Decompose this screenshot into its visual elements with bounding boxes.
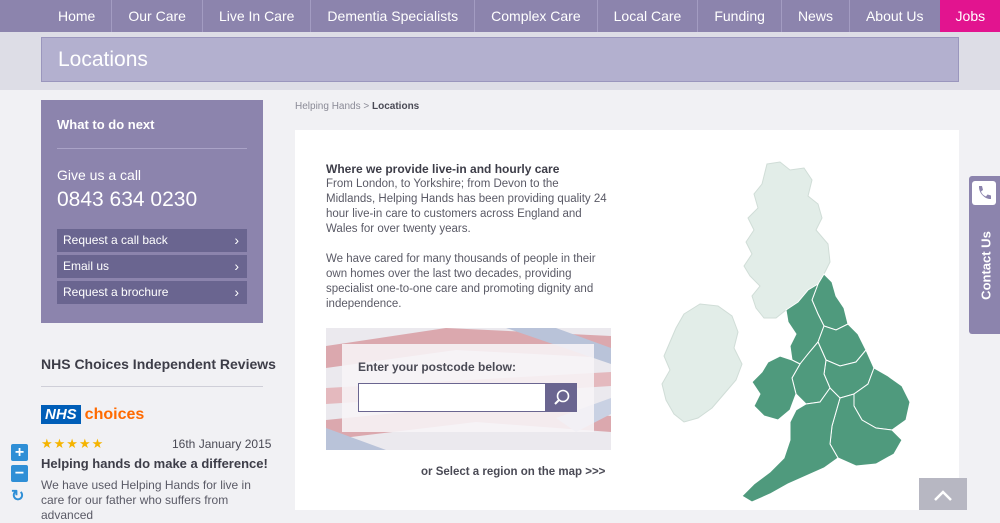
what-to-do-next-panel: What to do next Give us a call 0843 634 … [41,100,263,323]
page-title: Locations [58,48,148,71]
request-brochure-button[interactable]: Request a brochure › [57,281,247,304]
back-to-top-button[interactable] [919,478,967,510]
nav-menu: Home Our Care Live In Care Dementia Spec… [42,0,1000,32]
nav-item-funding[interactable]: Funding [697,0,781,32]
phone-icon [972,181,996,205]
nav-item-about-us[interactable]: About Us [848,0,940,32]
request-call-back-button[interactable]: Request a call back › [57,229,247,252]
select-region-link[interactable]: or Select a region on the map >>> [421,466,605,478]
search-button[interactable] [546,383,577,412]
intro-heading: Where we provide live-in and hourly care [326,162,560,176]
nav-item-our-care[interactable]: Our Care [111,0,202,32]
postcode-label: Enter your postcode below: [358,360,517,374]
map-region-wales[interactable] [751,355,801,421]
nhs-choices-logo[interactable]: NHS choices [41,405,144,424]
contact-us-label: Contact Us [978,231,994,300]
review-text: We have used Helping Hands for live in c… [41,478,251,522]
nav-item-local-care[interactable]: Local Care [596,0,698,32]
nav-item-dementia-specialists[interactable]: Dementia Specialists [310,0,474,32]
nav-item-live-in-care[interactable]: Live In Care [201,0,310,32]
divider [41,386,263,387]
reviews-heading: NHS Choices Independent Reviews [41,356,276,372]
divider [57,148,247,149]
locations-card: Where we provide live-in and hourly care… [295,130,959,510]
review-title[interactable]: Helping hands do make a difference! [41,456,268,471]
search-icon [554,389,570,405]
breadcrumb-separator: > [360,101,373,112]
star-rating: ★★★★★ [41,436,105,451]
call-label: Give us a call [57,167,142,183]
chevron-up-icon [934,490,952,501]
postcode-search-box: Enter your postcode below: [326,328,611,450]
breadcrumb: Helping Hands > Locations [295,101,419,112]
zoom-out-icon[interactable]: − [11,465,28,482]
breadcrumb-home-link[interactable]: Helping Hands [295,101,361,112]
chevron-right-icon: › [234,258,239,274]
choices-logo-text: choices [84,405,145,423]
phone-number[interactable]: 0843 634 0230 [57,188,197,212]
postcode-input[interactable] [358,383,546,412]
what-to-do-next-title: What to do next [57,117,155,132]
intro-paragraph-2: We have cared for many thousands of peop… [326,253,596,310]
nav-item-home[interactable]: Home [42,0,111,32]
zoom-in-icon[interactable]: + [11,444,28,461]
map-region-ireland[interactable] [661,303,743,423]
nav-item-jobs[interactable]: Jobs [939,0,1000,32]
review-date: 16th January 2015 [172,437,272,451]
nav-item-news[interactable]: News [780,0,849,32]
postcode-panel: Enter your postcode below: [342,344,594,432]
request-brochure-label: Request a brochure [63,285,169,299]
nav-item-complex-care[interactable]: Complex Care [474,0,596,32]
contact-us-tab[interactable]: Contact Us [969,176,1000,334]
email-us-label: Email us [63,259,110,273]
intro-paragraph-1: From London, to Yorkshire; from Devon to… [326,178,607,235]
chevron-right-icon: › [234,232,239,248]
top-navigation: Home Our Care Live In Care Dementia Spec… [0,0,1000,32]
uk-regions-map[interactable] [640,158,940,510]
zoom-reset-icon[interactable]: ↻ [11,486,24,506]
breadcrumb-current: Locations [372,101,420,112]
chevron-right-icon: › [234,284,239,300]
page-title-box: Locations [41,37,959,82]
nhs-logo-text: NHS [41,405,81,424]
email-us-button[interactable]: Email us › [57,255,247,278]
request-call-back-label: Request a call back [63,233,168,247]
